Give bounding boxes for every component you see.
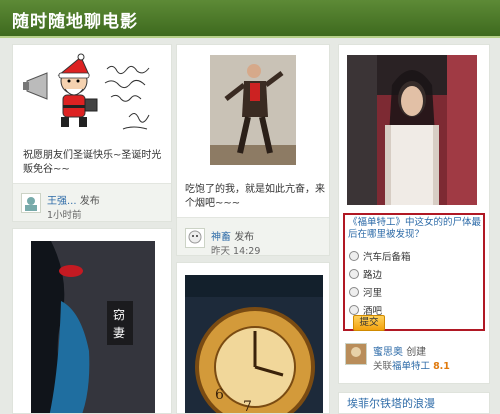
svg-text:窃: 窃 [113,307,125,322]
post-title[interactable]: 埃菲尔铁塔的浪漫 [347,397,435,411]
avatar[interactable] [21,193,41,213]
svg-text:妻: 妻 [113,326,125,340]
author-link[interactable]: 王强... 发布 [47,192,100,207]
avatar[interactable] [345,343,367,365]
post-caption: 祝愿朋友们圣诞快乐~圣诞时光贩免谷~~ [23,150,162,175]
post-card-book[interactable]: 窃 妻 [12,228,172,414]
poll-photo [347,55,477,205]
post-meta: 王强... 发布 1小时前 [13,183,171,221]
poll-question: 《福单特工》中这女的的尸体最后在哪里被发现？ [348,217,482,240]
related-movie-row: 关联福单特工 8.1 [373,361,450,372]
svg-text:6: 6 [215,387,224,403]
poll-box: 《福单特工》中这女的的尸体最后在哪里被发现？ 汽车后备箱 路边 河里 酒吧 提交 [343,213,485,331]
author-link[interactable]: 蜜思奥 创建 [373,343,426,358]
post-caption: 吃饱了的我，就是如此亢奋，来个烟吧~~~ [185,184,325,209]
post-card-santa[interactable]: 祝愿朋友们圣诞快乐~圣诞时光贩免谷~~ 王强... 发布 1小时前 [12,44,172,222]
post-card-clock[interactable]: 6 7 [176,262,330,414]
clock-photo: 6 7 [185,275,323,414]
post-meta: 神畜 发布 昨天 14:29 [177,217,329,256]
svg-text:7: 7 [243,399,252,414]
radio-icon[interactable] [349,251,359,261]
radio-icon[interactable] [349,269,359,279]
related-movie-link[interactable]: 福单特工 [392,361,430,372]
movie-rating: 8.1 [433,361,450,372]
post-time: 昨天 14:29 [211,246,261,256]
post-card-eiffel[interactable]: 埃菲尔铁塔的浪漫 [338,392,490,414]
avatar[interactable] [185,228,205,248]
poll-option-3[interactable]: 河里 [349,285,382,299]
page-title: 随时随地聊电影 [12,12,138,32]
dancer-photo [210,55,296,165]
poll-option-1[interactable]: 汽车后备箱 [349,249,411,263]
submit-button[interactable]: 提交 [353,315,385,331]
poll-card[interactable]: 《福单特工》中这女的的尸体最后在哪里被发现？ 汽车后备箱 路边 河里 酒吧 提交… [338,44,490,384]
radio-icon[interactable] [349,305,359,315]
santa-illustration [23,53,150,130]
page-header: 随时随地聊电影 [0,0,500,38]
poll-option-2[interactable]: 路边 [349,267,382,281]
poll-meta: 蜜思奥 创建 关联福单特工 8.1 [339,337,489,383]
radio-icon[interactable] [349,287,359,297]
post-card-dancer[interactable]: 吃饱了的我，就是如此亢奋，来个烟吧~~~ 神畜 发布 昨天 14:29 [176,44,330,256]
book-cover: 窃 妻 [31,241,155,413]
author-link[interactable]: 神畜 发布 [211,228,254,243]
post-time: 1小时前 [47,210,82,221]
